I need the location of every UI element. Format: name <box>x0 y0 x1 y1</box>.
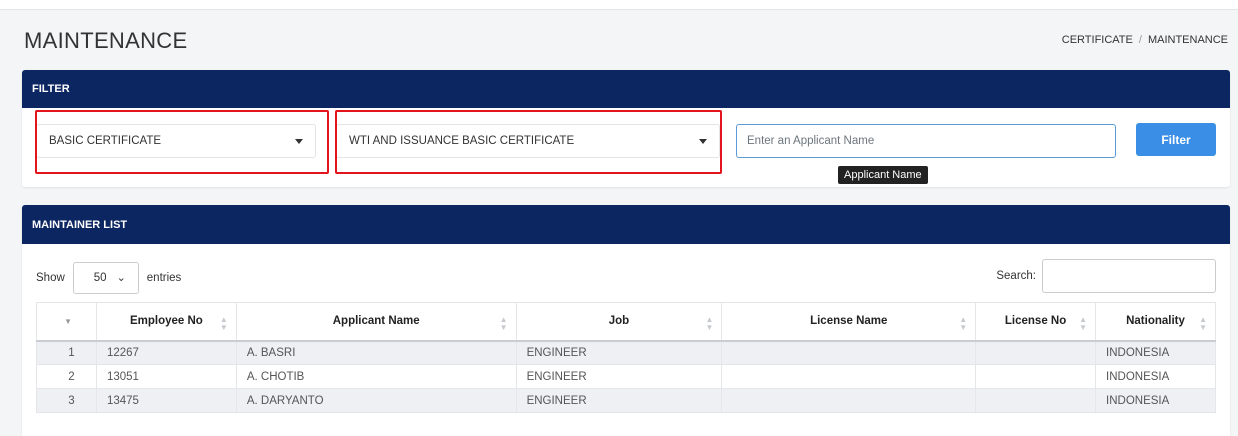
column-header-employee-no[interactable]: Employee No ▲ ▼ <box>95 302 237 342</box>
entries-select[interactable]: 50 ⌄ <box>72 262 139 294</box>
job-cell: ENGINEER <box>515 340 723 365</box>
search-control: Search: <box>996 259 1216 293</box>
column-header-applicant-name[interactable]: Applicant Name ▲ ▼ <box>235 302 517 342</box>
job-cell: ENGINEER <box>515 364 723 389</box>
breadcrumb-item-maintenance: MAINTENANCE <box>1147 34 1228 46</box>
job-cell: ENGINEER <box>515 388 723 413</box>
maintainer-list-header: MAINTAINER LIST <box>22 205 1230 244</box>
applicant-name-input[interactable] <box>736 124 1116 158</box>
column-header-nationality[interactable]: Nationality ▲ ▼ <box>1095 302 1216 342</box>
license-no-cell <box>975 388 1097 413</box>
entries-select-value: 50 <box>93 272 107 284</box>
maintainer-table: ▼ Employee No ▲ ▼ Applicant Name ▲ ▼ Job ▲ ▼ L… <box>36 302 1216 413</box>
entries-length-control: Show 50 ⌄ entries <box>36 262 181 294</box>
breadcrumb-item-certificate[interactable]: CERTIFICATE <box>1062 34 1133 46</box>
filter-header: FILTER <box>22 70 1230 108</box>
table-row: 2 13051 A. CHOTIB ENGINEER INDONESIA <box>36 364 1216 389</box>
top-bar <box>0 0 1238 10</box>
row-index: 1 <box>36 340 97 365</box>
employee-no-link[interactable]: 13475 <box>95 388 237 413</box>
highlight-box-certificate-type <box>335 110 722 174</box>
license-name-cell <box>721 388 977 413</box>
nationality-cell: INDONESIA <box>1095 340 1216 365</box>
sort-icon: ▲ ▼ <box>219 315 228 332</box>
applicant-name-cell: A. DARYANTO <box>235 388 517 413</box>
column-header-license-name[interactable]: License Name ▲ ▼ <box>721 302 977 342</box>
sort-icon: ▲ ▼ <box>705 315 714 332</box>
row-index: 2 <box>36 364 97 389</box>
entries-label: entries <box>146 272 182 284</box>
sort-icon: ▲ ▼ <box>499 315 508 332</box>
maintainer-list-card: MAINTAINER LIST Show 50 ⌄ entries Search… <box>22 205 1230 436</box>
employee-no-link[interactable]: 12267 <box>95 340 237 365</box>
table-row: 3 13475 A. DARYANTO ENGINEER INDONESIA <box>36 388 1216 413</box>
employee-no-link[interactable]: 13051 <box>95 364 237 389</box>
page-title: MAINTENANCE <box>24 28 188 53</box>
applicant-name-cell: A. CHOTIB <box>235 364 517 389</box>
row-index: 3 <box>36 388 97 413</box>
search-input[interactable] <box>1042 259 1216 293</box>
license-name-cell <box>721 340 977 365</box>
column-header-index[interactable]: ▼ <box>36 302 97 342</box>
nationality-cell: INDONESIA <box>1095 388 1216 413</box>
breadcrumb-separator: / <box>1138 34 1142 46</box>
search-label: Search: <box>996 270 1036 282</box>
sort-desc-icon: ▼ <box>64 317 73 326</box>
license-no-cell <box>975 340 1097 365</box>
table-row: 1 12267 A. BASRI ENGINEER INDONESIA <box>36 340 1216 365</box>
nationality-cell: INDONESIA <box>1095 364 1216 389</box>
breadcrumb: CERTIFICATE / MAINTENANCE <box>1062 34 1228 46</box>
applicant-name-tooltip: Applicant Name <box>838 166 928 184</box>
sort-icon: ▲ ▼ <box>1199 315 1207 332</box>
highlight-box-certificate <box>35 110 329 174</box>
show-label: Show <box>36 272 65 284</box>
filter-card: FILTER BASIC CERTIFICATE WTI AND ISSUANC… <box>22 70 1230 187</box>
column-header-job[interactable]: Job ▲ ▼ <box>515 302 723 342</box>
applicant-name-cell: A. BASRI <box>235 340 517 365</box>
license-name-cell <box>721 364 977 389</box>
chevron-down-icon: ⌄ <box>116 272 126 284</box>
sort-icon: ▲ ▼ <box>1079 315 1088 332</box>
sort-icon: ▲ ▼ <box>959 315 968 332</box>
license-no-cell <box>975 364 1097 389</box>
table-header-row: ▼ Employee No ▲ ▼ Applicant Name ▲ ▼ Job ▲ ▼ L… <box>36 302 1216 342</box>
column-header-license-no[interactable]: License No ▲ ▼ <box>975 302 1097 342</box>
filter-button[interactable]: Filter <box>1136 123 1216 156</box>
